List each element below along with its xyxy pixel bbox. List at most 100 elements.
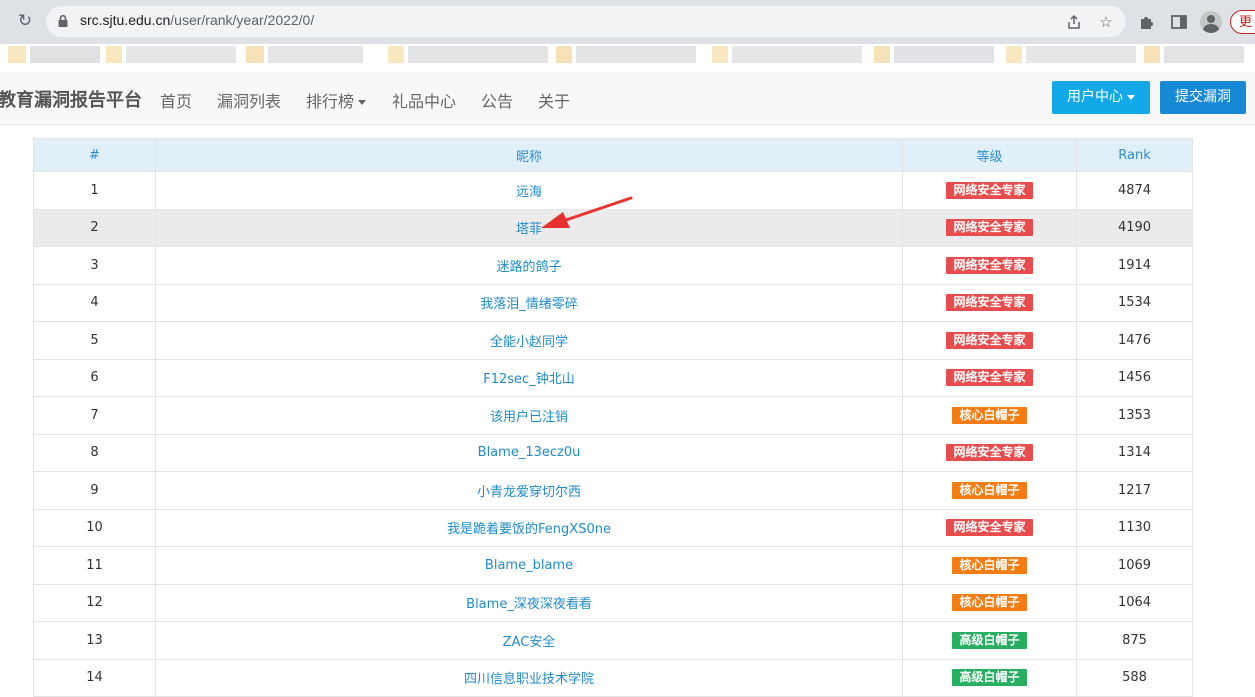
site-brand[interactable]: 教育漏洞报告平台 — [0, 86, 142, 112]
rank-number: 7 — [33, 396, 156, 435]
nickname-link[interactable]: 小青龙爱穿切尔西 — [477, 485, 581, 500]
url-text: src.sjtu.edu.cn/user/rank/year/2022/0/ — [80, 12, 314, 28]
rank-number: 6 — [33, 358, 156, 397]
nav-announcements[interactable]: 公告 — [481, 88, 513, 112]
level-cell: 网络安全专家 — [902, 246, 1077, 285]
site-navbar: 教育漏洞报告平台 首页 漏洞列表 排行榜 礼品中心 公告 关于 用户中心 提交漏… — [0, 72, 1255, 125]
nav-home[interactable]: 首页 — [160, 88, 192, 112]
col-header-nickname: 昵称 — [155, 138, 903, 172]
level-cell: 网络安全专家 — [902, 508, 1077, 547]
level-cell: 核心白帽子 — [902, 546, 1077, 585]
table-row: 10 我是跪着要饭的FengXS0ne 网络安全专家 1130 — [33, 508, 1193, 547]
nickname-cell: 四川信息职业技术学院 — [155, 658, 903, 697]
table-row: 14 四川信息职业技术学院 高级白帽子 588 — [33, 658, 1193, 697]
level-badge: 高级白帽子 — [952, 669, 1027, 687]
level-cell: 高级白帽子 — [902, 658, 1077, 697]
rank-score: 4190 — [1076, 208, 1193, 247]
nickname-cell: 小青龙爱穿切尔西 — [155, 471, 903, 510]
chevron-down-icon — [358, 100, 367, 105]
rank-number: 4 — [33, 283, 156, 322]
rank-score: 4874 — [1076, 171, 1193, 210]
level-badge: 核心白帽子 — [952, 406, 1027, 424]
table-row: 9 小青龙爱穿切尔西 核心白帽子 1217 — [33, 471, 1193, 510]
table-row: 1 远海 网络安全专家 4874 — [33, 171, 1193, 210]
nav-ranking[interactable]: 排行榜 — [306, 88, 367, 112]
nickname-link[interactable]: 该用户已注销 — [490, 410, 568, 425]
nickname-link[interactable]: Blame_13ecz0u — [478, 445, 581, 460]
table-row: 8 Blame_13ecz0u 网络安全专家 1314 — [33, 433, 1193, 472]
lock-icon — [58, 14, 68, 27]
rank-score: 1130 — [1076, 508, 1193, 547]
submit-vuln-button[interactable]: 提交漏洞 — [1160, 81, 1246, 114]
nav-vuln-list[interactable]: 漏洞列表 — [217, 88, 281, 112]
rank-score: 1069 — [1076, 546, 1193, 585]
level-cell: 网络安全专家 — [902, 433, 1077, 472]
update-button[interactable]: 更 — [1230, 10, 1255, 34]
level-badge: 网络安全专家 — [946, 256, 1033, 274]
col-header-rank: Rank — [1076, 138, 1193, 172]
table-row: 4 我落泪_情绪零碎 网络安全专家 1534 — [33, 283, 1193, 322]
nickname-link[interactable]: Blame_blame — [485, 558, 573, 573]
star-icon[interactable]: ☆ — [1097, 13, 1115, 31]
level-cell: 网络安全专家 — [902, 283, 1077, 322]
rank-score: 1353 — [1076, 396, 1193, 435]
level-badge: 网络安全专家 — [946, 181, 1033, 199]
table-row: 12 Blame_深夜深夜看看 核心白帽子 1064 — [33, 583, 1193, 622]
share-icon[interactable] — [1065, 13, 1083, 31]
rank-score: 1217 — [1076, 471, 1193, 510]
rank-number: 3 — [33, 246, 156, 285]
puzzle-icon[interactable] — [1137, 12, 1157, 32]
table-row: 5 全能小赵同学 网络安全专家 1476 — [33, 321, 1193, 360]
nickname-cell: ZAC安全 — [155, 621, 903, 660]
update-label: 更 — [1239, 15, 1253, 30]
nickname-cell: F12sec_钟北山 — [155, 358, 903, 397]
level-badge: 高级白帽子 — [952, 631, 1027, 649]
nickname-link[interactable]: 我落泪_情绪零碎 — [480, 297, 578, 312]
level-cell: 网络安全专家 — [902, 358, 1077, 397]
level-cell: 网络安全专家 — [902, 321, 1077, 360]
rank-number: 13 — [33, 621, 156, 660]
browser-toolbar: ↻ src.sjtu.edu.cn/user/rank/year/2022/0/… — [0, 0, 1255, 44]
nickname-cell: Blame_深夜深夜看看 — [155, 583, 903, 622]
rank-score: 588 — [1076, 658, 1193, 697]
nickname-cell: 我是跪着要饭的FengXS0ne — [155, 508, 903, 547]
level-badge: 网络安全专家 — [946, 369, 1033, 387]
avatar-icon[interactable] — [1200, 11, 1222, 33]
side-panel-icon[interactable] — [1169, 12, 1189, 32]
nav-about[interactable]: 关于 — [538, 88, 570, 112]
nickname-link[interactable]: 我是跪着要饭的FengXS0ne — [447, 522, 611, 537]
reload-icon[interactable]: ↻ — [14, 10, 36, 32]
url-path: /user/rank/year/2022/0/ — [170, 12, 315, 28]
rank-score: 1456 — [1076, 358, 1193, 397]
rank-score: 1914 — [1076, 246, 1193, 285]
nickname-cell: 远海 — [155, 171, 903, 210]
rank-number: 11 — [33, 546, 156, 585]
nickname-link[interactable]: 迷路的鸽子 — [496, 260, 561, 275]
rank-number: 2 — [33, 208, 156, 247]
address-bar[interactable]: src.sjtu.edu.cn/user/rank/year/2022/0/ ☆ — [46, 6, 1126, 37]
level-cell: 核心白帽子 — [902, 471, 1077, 510]
nickname-link[interactable]: 全能小赵同学 — [490, 335, 568, 350]
nickname-cell: 迷路的鸽子 — [155, 246, 903, 285]
rank-score: 1534 — [1076, 283, 1193, 322]
nickname-link[interactable]: ZAC安全 — [503, 635, 556, 650]
chevron-down-icon — [1127, 94, 1135, 100]
level-badge: 核心白帽子 — [952, 481, 1027, 499]
nickname-cell: Blame_13ecz0u — [155, 433, 903, 472]
table-header-row: # 昵称 等级 Rank — [33, 138, 1193, 172]
nav-gift-center[interactable]: 礼品中心 — [392, 88, 456, 112]
rank-number: 10 — [33, 508, 156, 547]
nickname-link[interactable]: 远海 — [516, 185, 542, 200]
nickname-link[interactable]: F12sec_钟北山 — [483, 372, 574, 387]
rank-number: 8 — [33, 433, 156, 472]
rank-score: 875 — [1076, 621, 1193, 660]
nickname-link[interactable]: Blame_深夜深夜看看 — [466, 597, 592, 612]
level-cell: 核心白帽子 — [902, 396, 1077, 435]
rank-score: 1314 — [1076, 433, 1193, 472]
col-header-level: 等级 — [902, 138, 1077, 172]
nickname-link[interactable]: 塔菲 — [516, 222, 542, 237]
rank-score: 1064 — [1076, 583, 1193, 622]
rank-number: 1 — [33, 171, 156, 210]
nickname-link[interactable]: 四川信息职业技术学院 — [464, 672, 594, 687]
user-center-button[interactable]: 用户中心 — [1052, 81, 1150, 114]
